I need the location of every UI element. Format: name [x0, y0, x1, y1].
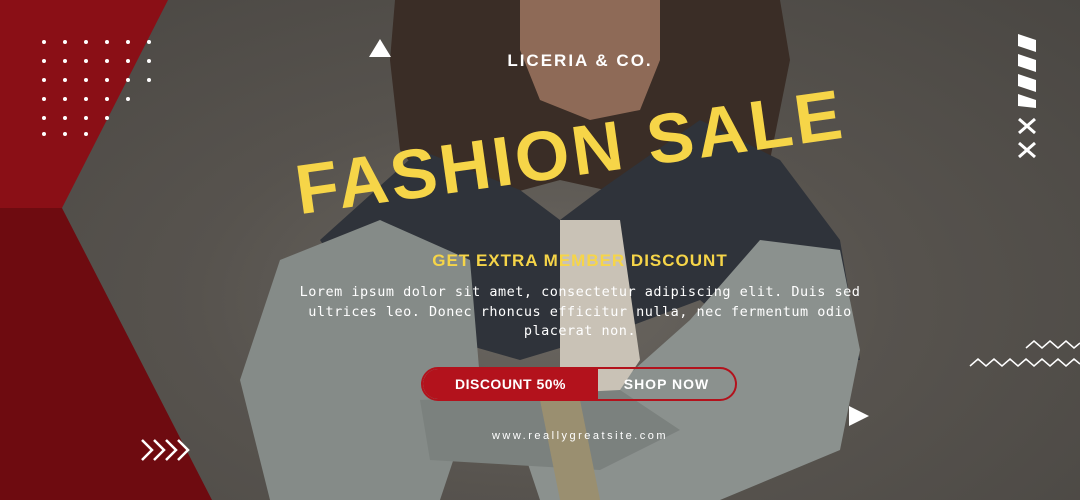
stripes-pattern — [1018, 34, 1036, 108]
brand-name: LICERIA & CO. — [507, 51, 653, 70]
triangle-icon — [849, 406, 869, 426]
cta-group: DISCOUNT 50% SHOP NOW — [421, 367, 737, 401]
cross-icon — [1018, 117, 1036, 159]
sale-subtitle: GET EXTRA MEMBER DISCOUNT — [432, 251, 728, 270]
shop-now-button[interactable]: SHOP NOW — [598, 369, 735, 399]
sale-banner: LICERIA & CO. FASHION SALE GET EXTRA MEM… — [0, 0, 1080, 500]
sale-description: Lorem ipsum dolor sit amet, consectetur … — [299, 284, 861, 339]
discount-button[interactable]: DISCOUNT 50% — [423, 369, 598, 399]
zigzag-pattern — [969, 340, 1080, 367]
website-link[interactable]: www.reallygreatsite.com — [0, 430, 1080, 442]
